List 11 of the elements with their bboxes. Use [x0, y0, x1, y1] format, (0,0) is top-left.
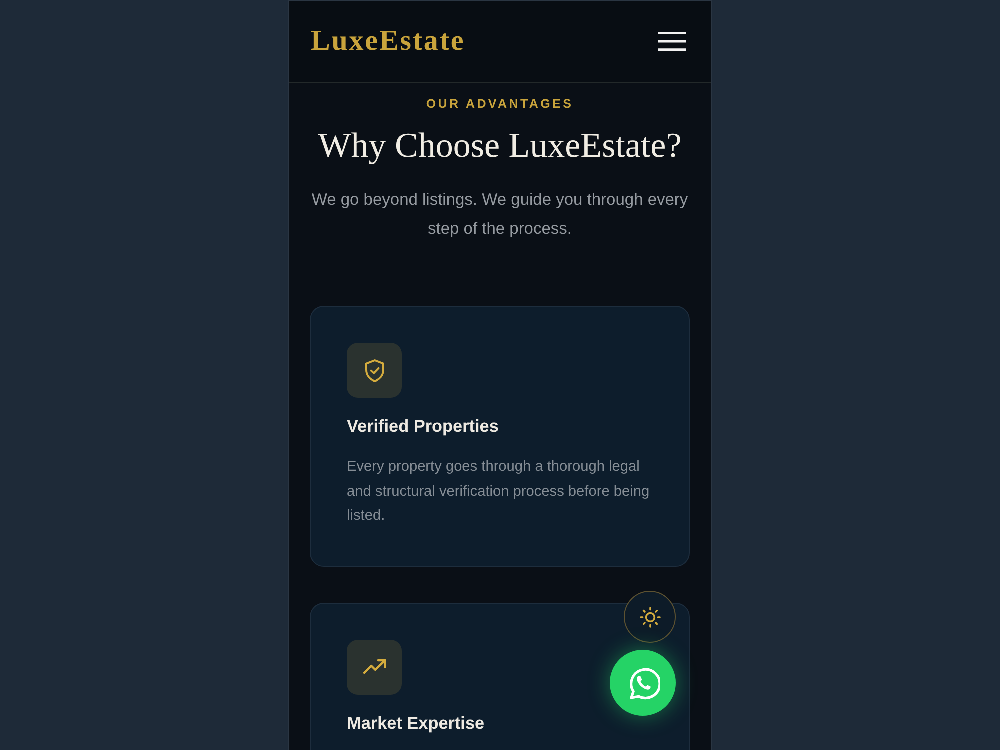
shield-check-icon — [347, 343, 402, 398]
feature-title: Verified Properties — [347, 415, 500, 438]
logo[interactable]: LuxeEstate — [311, 25, 466, 58]
feature-description: Every property goes through a thorough legal and structural verification process before being listed. — [347, 458, 651, 526]
section-heading: Why Choose LuxeEstate? — [318, 125, 682, 167]
intro-text: We go beyond listings. We guide you through every step of the process. — [310, 190, 690, 240]
sun-icon — [640, 606, 660, 628]
section-eyebrow: OUR ADVANTAGES — [426, 96, 574, 112]
menu-icon — [658, 32, 686, 51]
menu-button[interactable] — [658, 32, 686, 51]
feature-title: Market Expertise — [347, 712, 486, 734]
